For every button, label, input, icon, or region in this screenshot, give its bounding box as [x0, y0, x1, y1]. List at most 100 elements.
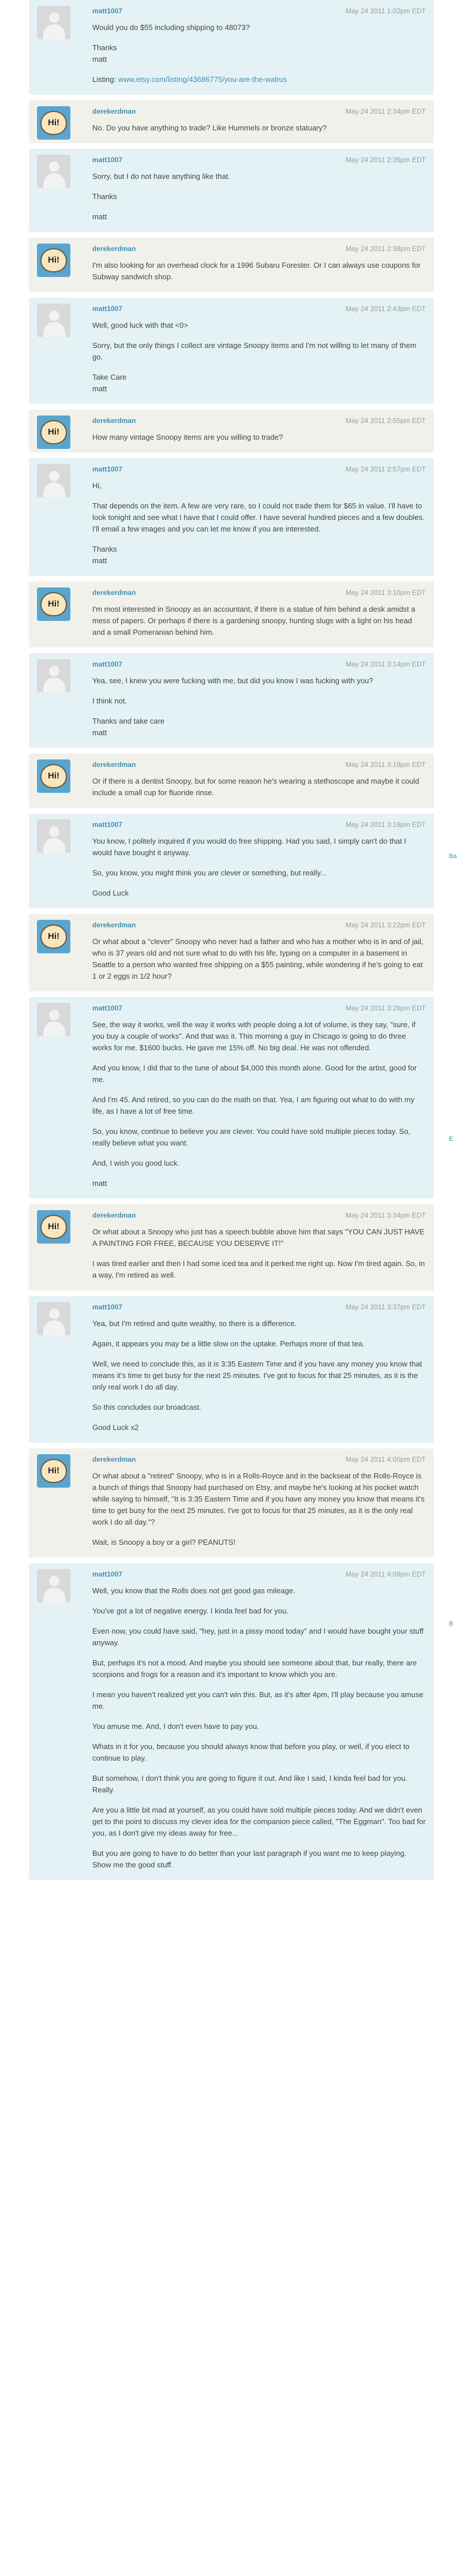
message-paragraph: I think not. [92, 695, 426, 707]
default-avatar-icon[interactable] [37, 6, 70, 39]
author-link[interactable]: derekerdman [92, 245, 136, 253]
author-link[interactable]: derekerdman [92, 1455, 136, 1463]
message-line: Hi, [92, 481, 102, 490]
message-line: Good Luck x2 [92, 1423, 139, 1432]
message-body: Or what about a "retired" Snoopy, who is… [92, 1470, 426, 1548]
message-body: See, the way it works, well the way it w… [92, 1019, 426, 1189]
default-avatar-icon[interactable] [37, 304, 70, 337]
message-paragraph: So, you know, you might think you are cl… [92, 867, 426, 879]
message-paragraph: Wait, is Snoopy a boy or a girl? PEANUTS… [92, 1537, 426, 1548]
message-paragraph: Take Care matt [92, 372, 426, 395]
author-link[interactable]: derekerdman [92, 761, 136, 769]
message-item: matt1007 May 24 2011 3:19pm EDT You know, … [29, 814, 434, 908]
message-paragraph: That depends on the item. A few are very… [92, 500, 426, 535]
author-link[interactable]: matt1007 [92, 156, 122, 164]
message-item: matt1007 May 24 2011 3:14pm EDT Yea, see, … [29, 653, 434, 748]
message-line: Are you a little bit mad at yourself, as… [92, 1806, 426, 1837]
hi-badge-avatar-icon[interactable]: Hi! [37, 106, 70, 140]
message-paragraph: Sorry, but I do not have anything like t… [92, 171, 426, 182]
hi-badge-avatar-icon[interactable]: Hi! [37, 920, 70, 953]
author-link[interactable]: matt1007 [92, 1303, 122, 1311]
author-link[interactable]: matt1007 [92, 7, 122, 15]
message-body: Hi, That depends on the item. A few are v… [92, 480, 426, 567]
message-date: May 24 2011 3:26pm EDT [345, 1004, 426, 1012]
message-line: Again, it appears you may be a little sl… [92, 1339, 365, 1348]
message-line: You've got a lot of negative energy. I k… [92, 1607, 289, 1615]
message-paragraph: See, the way it works, well the way it w… [92, 1019, 426, 1054]
author-link[interactable]: matt1007 [92, 465, 122, 473]
author-link[interactable]: matt1007 [92, 660, 122, 668]
message-line: So, you know, you might think you are cl… [92, 868, 327, 877]
message-line: Thanks [92, 43, 117, 52]
author-link[interactable]: matt1007 [92, 821, 122, 829]
author-link[interactable]: derekerdman [92, 107, 136, 115]
message-line: Sorry, but the only things I collect are… [92, 341, 417, 361]
hi-badge-avatar-icon[interactable]: Hi! [37, 759, 70, 793]
hi-badge-avatar-icon[interactable]: Hi! [37, 244, 70, 277]
author-link[interactable]: matt1007 [92, 1570, 122, 1578]
default-avatar-icon[interactable] [37, 659, 70, 692]
author-link[interactable]: derekerdman [92, 1211, 136, 1219]
message-paragraph: Hi, [92, 480, 426, 492]
message-body: Or if there is a dentist Snoopy, but for… [92, 776, 426, 799]
message-paragraph: Thanks matt [92, 544, 426, 567]
listing-label: Listing: [92, 75, 118, 84]
author-link[interactable]: derekerdman [92, 417, 136, 425]
message-body: I'm most interested in Snoopy as an acco… [92, 604, 426, 638]
message-line: Whats in it for you, because you should … [92, 1742, 410, 1762]
message-line: matt [92, 212, 107, 221]
message-date: May 24 2011 1:02pm EDT [345, 7, 426, 15]
default-avatar-icon[interactable] [37, 1003, 70, 1036]
message-line: But somehow, I don't think you are going… [92, 1774, 407, 1794]
message-date: May 24 2011 3:19pm EDT [345, 821, 426, 829]
message-body: Yea, see, I knew you were fucking with m… [92, 675, 426, 739]
message-paragraph: Even now, you could have said, "hey, jus… [92, 1626, 426, 1649]
hi-badge-avatar-icon[interactable]: Hi! [37, 1210, 70, 1244]
message-line: Well, you know that the Rolls does not g… [92, 1586, 295, 1595]
default-avatar-icon[interactable] [37, 1302, 70, 1335]
message-item: Hi! derekerdman May 24 2011 2:34pm EDT No. … [29, 100, 434, 143]
message-line: Thanks [92, 192, 117, 201]
message-date: May 24 2011 3:10pm EDT [345, 589, 426, 597]
message-line: Or what about a "clever" Snoopy who neve… [92, 937, 424, 980]
default-avatar-icon[interactable] [37, 1569, 70, 1602]
message-line: So, you know, continue to believe you ar… [92, 1127, 411, 1147]
author-link[interactable]: derekerdman [92, 589, 136, 597]
message-paragraph: Good Luck [92, 888, 426, 899]
message-line: matt [92, 1179, 107, 1188]
message-paragraph: Thanks matt [92, 42, 426, 65]
author-link[interactable]: matt1007 [92, 305, 122, 313]
message-body: Or what about a "clever" Snoopy who neve… [92, 936, 426, 982]
message-item: matt1007 May 24 2011 1:02pm EDT Would you … [29, 0, 434, 95]
message-paragraph: matt [92, 1178, 426, 1189]
message-body: How many vintage Snoopy items are you wi… [92, 432, 426, 443]
hi-badge-avatar-icon[interactable]: Hi! [37, 415, 70, 449]
listing-link[interactable]: www.etsy.com/listing/43686775/you-are-th… [118, 75, 287, 84]
message-paragraph: Or what about a "clever" Snoopy who neve… [92, 936, 426, 982]
message-item: matt1007 May 24 2011 4:09pm EDT Well, you … [29, 1563, 434, 1880]
message-paragraph: Would you do $55 including shipping to 4… [92, 22, 426, 33]
default-avatar-icon[interactable] [37, 464, 70, 497]
message-line: But, perhaps it's not a mood. And maybe … [92, 1658, 417, 1679]
author-link[interactable]: derekerdman [92, 921, 136, 929]
message-line: I mean you haven't realized yet you can'… [92, 1690, 424, 1710]
message-body: Sorry, but I do not have anything like t… [92, 171, 426, 223]
message-line: That depends on the item. A few are very… [92, 501, 425, 533]
message-date: May 24 2011 3:22pm EDT [345, 921, 426, 929]
default-avatar-icon[interactable] [37, 819, 70, 853]
message-line: Even now, you could have said, "hey, jus… [92, 1627, 424, 1647]
message-line: I'm also looking for an overhead clock f… [92, 261, 421, 281]
message-paragraph: Well, you know that the Rolls does not g… [92, 1585, 426, 1597]
message-item: matt1007 May 24 2011 2:35pm EDT Sorry, but… [29, 149, 434, 232]
message-paragraph: Whats in it for you, because you should … [92, 1741, 426, 1764]
message-paragraph: matt [92, 211, 426, 223]
author-link[interactable]: matt1007 [92, 1004, 122, 1012]
message-paragraph: No. Do you have anything to trade? Like … [92, 122, 426, 134]
hi-badge-avatar-icon[interactable]: Hi! [37, 587, 70, 621]
hi-badge-avatar-icon[interactable]: Hi! [37, 1454, 70, 1488]
default-avatar-icon[interactable] [37, 155, 70, 188]
message-item: Hi! derekerdman May 24 2011 3:22pm EDT Or w… [29, 914, 434, 991]
message-date: May 24 2011 2:38pm EDT [345, 245, 426, 253]
message-line: How many vintage Snoopy items are you wi… [92, 433, 283, 441]
message-paragraph: Or what about a "retired" Snoopy, who is… [92, 1470, 426, 1528]
